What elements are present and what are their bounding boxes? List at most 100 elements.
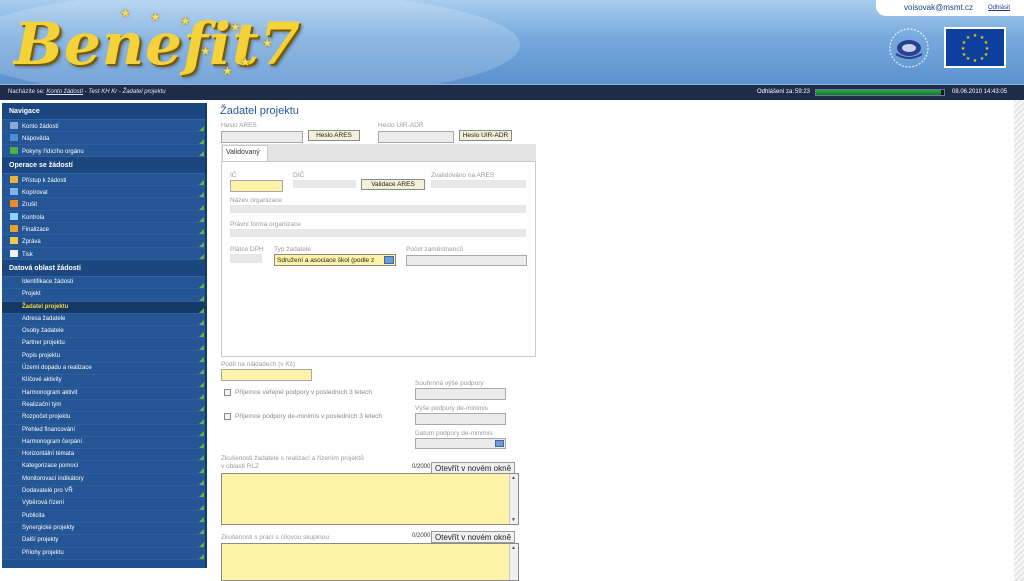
sidebar-item[interactable]: Konto žádostí [2, 120, 205, 133]
podil-naklady-label: Podíl na nákladech (v Kč) [221, 361, 296, 368]
validace-ares-button[interactable]: Validace ARES [361, 179, 425, 190]
scrollbar[interactable]: ▲ [509, 544, 518, 580]
sidebar-item[interactable]: Tisk [2, 247, 205, 260]
user-email: voisovak@msmt.cz [904, 3, 974, 12]
corner-marker-icon [199, 192, 204, 198]
scroll-down-icon[interactable]: ▼ [511, 517, 516, 523]
sidebar-item[interactable]: Rozpočet projektu [2, 412, 205, 425]
sidebar-item[interactable]: Přístup k žádosti [2, 173, 205, 187]
sidebar-item[interactable]: Synergické projekty [2, 522, 205, 536]
sidebar-item[interactable]: Popis projektu [2, 350, 205, 364]
sidebar-item-label: Přílohy projektu [22, 549, 64, 556]
scroll-up-icon[interactable]: ▲ [511, 545, 516, 551]
ministry-logo [889, 28, 929, 68]
sidebar: Navigace Konto žádostí Nápověda Pokyny řídí… [2, 103, 207, 568]
sidebar-item-label: Kontrola [22, 214, 45, 221]
sidebar-item[interactable]: Dodavatelé pro VŘ [2, 486, 205, 499]
sidebar-item-label: Přístup k žádosti [22, 177, 67, 184]
sidebar-item[interactable]: Další projekty [2, 535, 205, 548]
star-icon: ★ [200, 44, 211, 58]
corner-marker-icon [199, 553, 204, 559]
calendar-icon[interactable] [495, 440, 504, 447]
pocet-zamestnancu-input[interactable] [406, 255, 527, 266]
sidebar-item[interactable]: Harmonogram aktivit [2, 387, 205, 400]
sidebar-item-label: Horizontální témata [22, 451, 75, 458]
star-icon: ★ [150, 10, 161, 24]
scrollbar[interactable]: ▲ ▼ [509, 474, 518, 524]
page-title: Žadatel projektu [220, 105, 299, 117]
souhrnna-podpora-input[interactable] [415, 388, 506, 400]
heslo-ares-button[interactable]: Heslo ARES [308, 130, 360, 141]
tab-strip [221, 144, 536, 161]
prijemce-verejne-checkbox[interactable] [224, 389, 231, 396]
sidebar-item-label: Osoby žadatele [22, 328, 64, 335]
corner-marker-icon [199, 307, 204, 313]
list-icon [10, 122, 18, 129]
sidebar-item[interactable]: Harmonogram čerpání [2, 436, 205, 450]
print-icon [10, 249, 18, 257]
sidebar-item[interactable]: Kopírovat [2, 186, 205, 199]
sidebar-item[interactable]: Monitorovací indikátory [2, 473, 205, 487]
heslo-uir-button[interactable]: Heslo UIR-ADR [459, 130, 512, 141]
heslo-uir-input[interactable] [378, 131, 454, 143]
sidebar-item[interactable]: Území dopadu a realizace [2, 363, 205, 376]
zkusenosti-cilova-textarea[interactable]: ▲ [221, 543, 519, 581]
heslo-ares-input[interactable] [221, 131, 303, 143]
corner-marker-icon [199, 229, 204, 235]
breadcrumb-link-konto[interactable]: Konto žádostí [46, 89, 83, 95]
help-icon [10, 134, 18, 142]
sidebar-item-label: Klíčové aktivity [22, 377, 62, 384]
sidebar-item-label: Publicita [22, 512, 45, 519]
eu-flag-icon: ★ ★ ★ ★ ★ ★ ★ ★ ★ ★ ★ ★ [944, 27, 1006, 68]
sidebar-item[interactable]: Zrušit [2, 198, 205, 211]
zkusenosti-cilova-open-button[interactable]: Otevřít v novém okně [431, 531, 516, 543]
sidebar-item[interactable]: Klíčové aktivity [2, 375, 205, 388]
sidebar-item[interactable]: Žadatel projektu [2, 301, 205, 314]
sidebar-item-label: Finalizace [22, 227, 50, 234]
sidebar-item-label: Adresa žadatele [22, 315, 66, 322]
sidebar-item[interactable]: Horizontální témata [2, 449, 205, 462]
sidebar-item[interactable]: Výběrová řízení [2, 498, 205, 511]
sidebar-item[interactable]: Přílohy projektu [2, 547, 205, 560]
zkusenosti-rlz-label-1: Zkušenosti žadatele s realizací a řízení… [221, 455, 364, 462]
tab-validovany[interactable]: Validovaný [222, 145, 268, 161]
sidebar-item-label: Zpráva [22, 239, 41, 246]
sidebar-item[interactable]: Kontrola [2, 210, 205, 224]
corner-marker-icon [199, 126, 204, 132]
datum-deminimis-input[interactable] [415, 438, 506, 449]
sidebar-item[interactable]: Realizační tým [2, 399, 205, 413]
sidebar-item-label: Kopírovat [22, 190, 48, 197]
platce-dph-label: Plátce DPH [230, 246, 264, 253]
logout-timer-value: 59:23 [795, 89, 811, 95]
page-scrollbar[interactable] [1014, 100, 1024, 581]
sidebar-item[interactable]: Kategorizace pomoci [2, 461, 205, 474]
sidebar-item[interactable]: Adresa žadatele [2, 313, 205, 327]
sidebar-item[interactable]: Publicita [2, 510, 205, 523]
corner-marker-icon [199, 253, 204, 259]
zkusenosti-rlz-textarea[interactable]: ▲ ▼ [221, 473, 519, 525]
scroll-up-icon[interactable]: ▲ [511, 475, 516, 481]
podil-naklady-input[interactable] [221, 369, 312, 381]
vyse-deminimis-input[interactable] [415, 413, 506, 425]
sidebar-item[interactable]: Partner projektu [2, 338, 205, 351]
sidebar-item[interactable]: Osoby žadatele [2, 326, 205, 339]
dic-input[interactable] [293, 180, 356, 188]
sidebar-item-label: Dodavatelé pro VŘ [22, 488, 73, 495]
typ-zadatele-select[interactable]: Sdružení a asociace škol (podle z [274, 254, 396, 266]
sidebar-item[interactable]: Pokyny řídícího orgánu [2, 144, 205, 157]
sidebar-item[interactable]: Identifikace žádosti [2, 276, 205, 290]
prijemce-deminimis-checkbox[interactable] [224, 413, 231, 420]
sidebar-item[interactable]: Projekt [2, 289, 205, 302]
sidebar-item[interactable]: Finalizace [2, 223, 205, 236]
prijemce-deminimis-label: Příjemce podpory de-minimis v posledních… [235, 413, 383, 420]
sidebar-item[interactable]: Přehled financování [2, 424, 205, 437]
logout-link[interactable]: Odhlásit [988, 5, 1010, 11]
breadcrumb-item-current: Žadatel projektu [122, 89, 166, 95]
sidebar-item[interactable]: Zpráva [2, 235, 205, 248]
sidebar-item[interactable]: Nápověda [2, 132, 205, 145]
svg-text:★: ★ [966, 35, 971, 41]
nazev-organizace-field [230, 205, 526, 213]
ic-input[interactable] [230, 180, 283, 192]
svg-text:★: ★ [973, 33, 978, 39]
dropdown-list-icon[interactable] [384, 256, 394, 264]
